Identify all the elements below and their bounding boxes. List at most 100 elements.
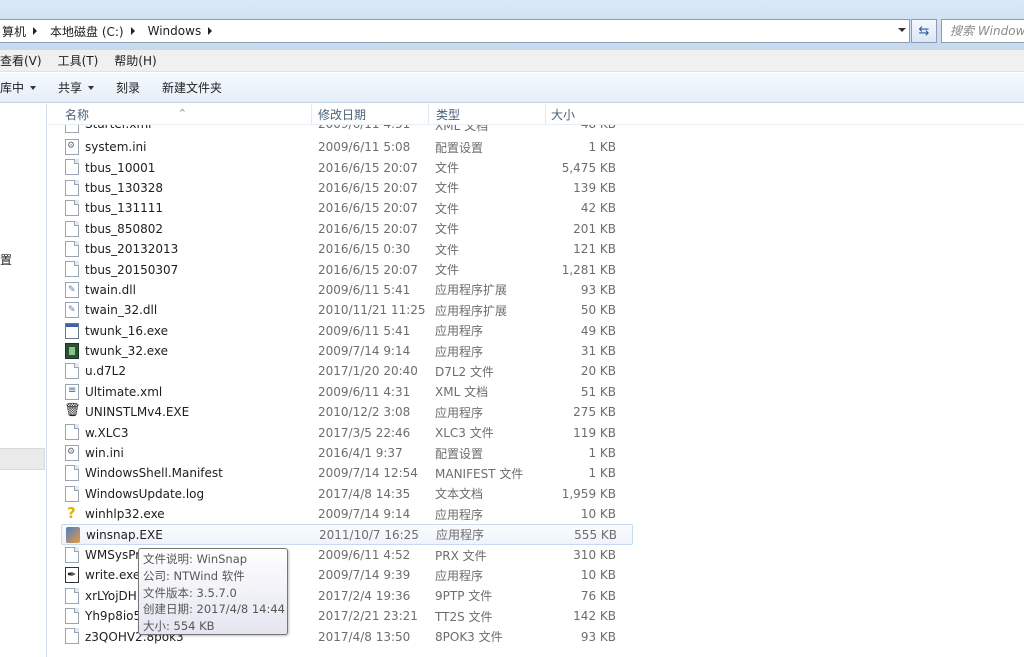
winsnap-icon — [66, 527, 80, 544]
file-name: xrLYojDH — [85, 588, 137, 603]
table-row[interactable]: tbus_131111 2016/6/15 20:07 文件 42 KB — [48, 198, 1024, 218]
file-icon — [65, 200, 79, 217]
search-input[interactable]: 搜索 Windows — [941, 19, 1024, 43]
nav-item-label[interactable]: 置 — [0, 251, 12, 268]
file-type: 文件 — [435, 242, 460, 257]
table-row[interactable]: tbus_130328 2016/6/15 20:07 文件 139 KB — [48, 178, 1024, 198]
file-size: 93 KB — [580, 282, 616, 297]
address-dropdown-icon[interactable] — [898, 28, 906, 32]
burn-button[interactable]: 刻录 — [116, 79, 150, 96]
file-date: 2017/1/20 20:40 — [318, 364, 418, 379]
table-row[interactable]: winsnap.EXE 2011/10/7 16:25 应用程序 555 KB — [61, 524, 633, 545]
table-row[interactable]: system.ini 2009/6/11 5:08 配置设置 1 KB — [48, 137, 1024, 157]
file-type: XLC3 文件 — [435, 426, 494, 441]
xml-icon — [65, 125, 79, 133]
table-row[interactable]: twain_32.dll 2010/11/21 11:25 应用程序扩展 50 KB — [48, 300, 1024, 320]
file-icon — [65, 465, 79, 482]
file-type: 文件 — [435, 222, 460, 237]
file-type: 文件 — [435, 201, 460, 216]
file-size: 49 KB — [580, 323, 616, 338]
breadcrumb-windows[interactable]: Windows — [142, 20, 220, 42]
file-name: winsnap.EXE — [86, 527, 163, 542]
file-name: tbus_130328 — [85, 180, 163, 195]
breadcrumb-arrow-icon[interactable] — [208, 27, 213, 35]
table-row[interactable]: twunk_16.exe 2009/6/11 5:41 应用程序 49 KB — [48, 321, 1024, 341]
menu-view[interactable]: 查看(V) — [0, 52, 50, 69]
file-name: w.XLC3 — [85, 425, 129, 440]
file-size: 5,475 KB — [561, 160, 616, 175]
table-row[interactable]: w.XLC3 2017/3/5 22:46 XLC3 文件 119 KB — [48, 422, 1024, 442]
file-name: tbus_850802 — [85, 221, 163, 236]
file-size: 1 KB — [588, 466, 616, 481]
file-date: 2016/6/15 0:30 — [318, 242, 411, 257]
file-date: 2010/12/2 3:08 — [318, 405, 411, 420]
chevron-down-icon — [88, 85, 95, 90]
file-size: 1 KB — [588, 140, 616, 155]
chevron-down-icon — [30, 85, 37, 90]
file-type: TT2S 文件 — [435, 609, 493, 624]
table-row[interactable]: win.ini 2016/4/1 9:37 配置设置 1 KB — [48, 443, 1024, 463]
file-icon — [65, 607, 79, 624]
file-name: Starter.xml — [85, 125, 151, 131]
file-date: 2017/3/5 22:46 — [318, 425, 411, 440]
table-row[interactable]: WindowsUpdate.log 2017/4/8 14:35 文本文档 1,959… — [48, 484, 1024, 504]
nav-item-selected[interactable] — [0, 448, 45, 470]
column-header: 名称 ^ 修改日期 类型 大小 — [48, 104, 1024, 125]
column-header-name[interactable]: 名称 ^ — [48, 104, 312, 124]
file-name: UNINSTLMv4.EXE — [85, 405, 190, 420]
file-type: 文件 — [435, 161, 460, 176]
new-folder-button[interactable]: 新建文件夹 — [162, 79, 232, 96]
refresh-button[interactable]: ⇆ — [911, 19, 937, 43]
help-icon — [65, 504, 79, 522]
file-icon — [65, 628, 79, 645]
xml-icon — [65, 383, 79, 400]
column-name-label: 名称 — [65, 108, 90, 122]
sort-ascending-icon: ^ — [179, 108, 186, 117]
column-header-size[interactable]: 大小 — [546, 104, 622, 124]
file-type: 配置设置 — [435, 446, 484, 461]
table-row[interactable]: twain.dll 2009/6/11 5:41 应用程序扩展 93 KB — [48, 280, 1024, 300]
column-date-label: 修改日期 — [318, 108, 367, 122]
tooltip-company: 公司: NTWind 软件 — [143, 568, 245, 583]
share-button[interactable]: 共享 — [58, 79, 104, 96]
breadcrumb-local-disk[interactable]: 本地磁盘 (C:) — [44, 20, 142, 42]
breadcrumb-arrow-icon[interactable] — [130, 27, 135, 35]
file-name: twain.dll — [85, 282, 136, 297]
file-size: 10 KB — [580, 568, 616, 583]
breadcrumb-computer[interactable]: 算机 — [0, 20, 44, 42]
table-row[interactable]: tbus_20132013 2016/6/15 0:30 文件 121 KB — [48, 239, 1024, 259]
file-date: 2009/7/14 12:54 — [318, 466, 418, 481]
tooltip-version: 文件版本: 3.5.7.0 — [143, 585, 237, 600]
breadcrumb-label: Windows — [147, 24, 202, 38]
file-type: 应用程序 — [435, 568, 484, 583]
menu-tools[interactable]: 工具(T) — [50, 52, 107, 69]
address-bar[interactable]: 算机 本地磁盘 (C:) Windows — [0, 19, 910, 43]
menu-help[interactable]: 帮助(H) — [106, 52, 164, 69]
table-row[interactable]: tbus_10001 2016/6/15 20:07 文件 5,475 KB — [48, 157, 1024, 177]
table-row[interactable]: twunk_32.exe 2009/7/14 9:14 应用程序 31 KB — [48, 341, 1024, 361]
burn-label: 刻录 — [116, 81, 141, 95]
file-size: 48 KB — [550, 125, 616, 131]
file-icon — [65, 220, 79, 237]
table-row[interactable]: Ultimate.xml 2009/6/11 4:31 XML 文档 51 KB — [48, 382, 1024, 402]
table-row[interactable]: tbus_850802 2016/6/15 20:07 文件 201 KB — [48, 219, 1024, 239]
file-name: Ultimate.xml — [85, 384, 163, 399]
table-row[interactable]: WindowsShell.Manifest 2009/7/14 12:54 MANI… — [48, 463, 1024, 483]
breadcrumb-label: 算机 — [2, 24, 27, 39]
breadcrumb-arrow-icon[interactable] — [33, 27, 38, 35]
table-row[interactable]: tbus_20150307 2016/6/15 20:07 文件 1,281 KB — [48, 259, 1024, 279]
file-name: system.ini — [85, 140, 147, 155]
file-type: D7L2 文件 — [435, 364, 495, 379]
file-date: 2010/11/21 11:25 — [318, 303, 426, 318]
file-date: 2016/6/15 20:07 — [318, 201, 418, 216]
table-row[interactable]: u.d7L2 2017/1/20 20:40 D7L2 文件 20 KB — [48, 361, 1024, 381]
table-row[interactable]: Starter.xml 2009/6/11 4:31 XML 文档 48 KB — [48, 125, 1024, 137]
column-type-label: 类型 — [436, 108, 461, 122]
table-row[interactable]: UNINSTLMv4.EXE 2010/12/2 3:08 应用程序 275 KB — [48, 402, 1024, 422]
table-row[interactable]: winhlp32.exe 2009/7/14 9:14 应用程序 10 KB — [48, 504, 1024, 524]
include-in-library-button[interactable]: 库中 — [0, 79, 46, 96]
column-header-date[interactable]: 修改日期 — [312, 104, 429, 124]
file-size: 310 KB — [573, 548, 616, 562]
column-header-type[interactable]: 类型 — [429, 104, 546, 124]
file-type: 应用程序 — [435, 324, 484, 339]
